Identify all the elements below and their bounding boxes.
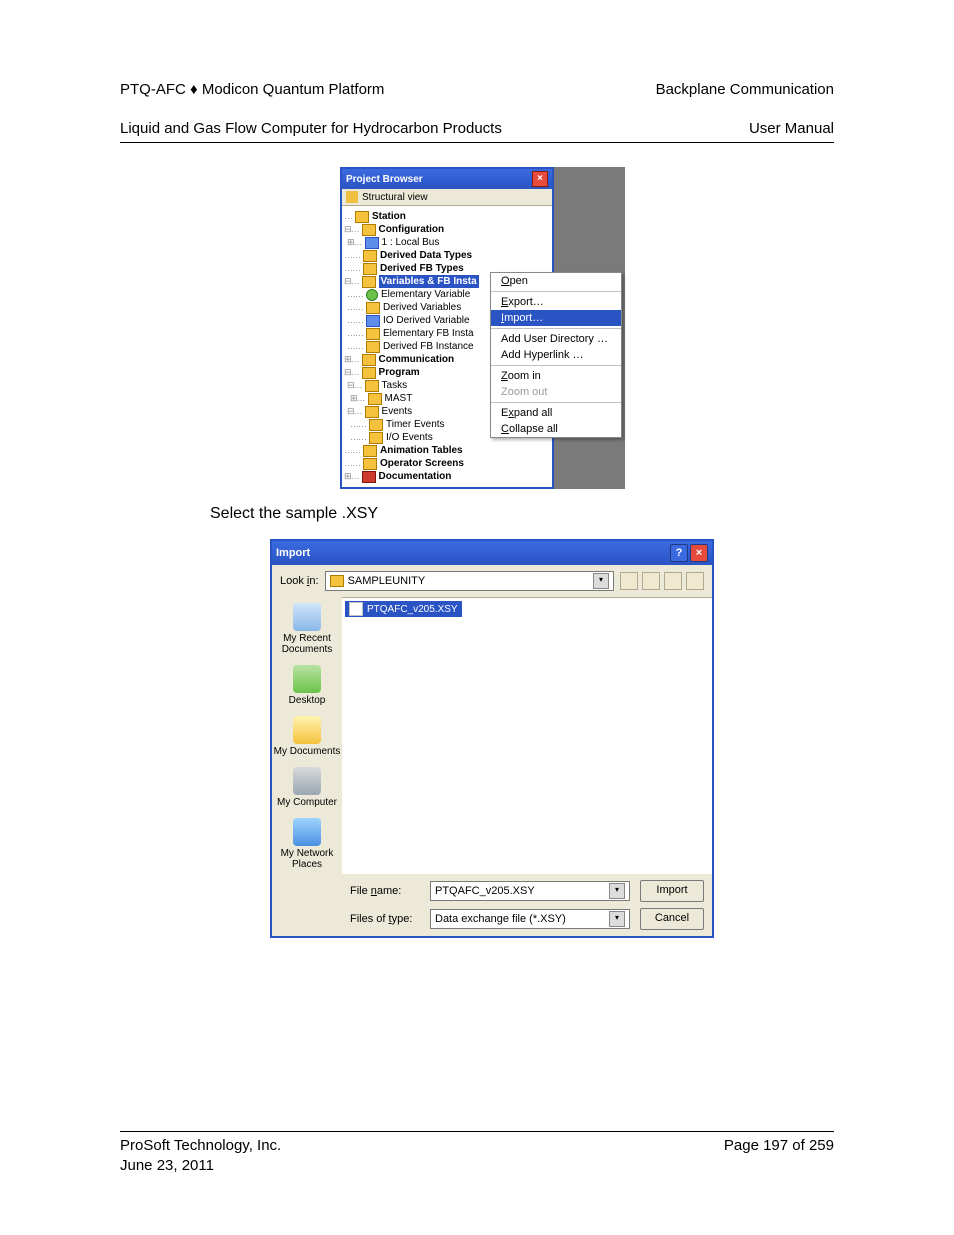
file-item-selected[interactable]: PTQAFC_v205.XSY: [345, 601, 462, 617]
toolbar-icons: [620, 572, 704, 590]
tree-events[interactable]: Events: [382, 405, 413, 418]
mycomp-icon: [293, 767, 321, 795]
place-mydocs-label: My Documents: [274, 746, 341, 757]
ctx-import[interactable]: Import…: [491, 310, 621, 326]
tree-timer-events[interactable]: Timer Events: [386, 418, 445, 431]
hdr-right-2: User Manual: [749, 120, 834, 137]
close-icon[interactable]: ×: [690, 544, 708, 562]
structural-view-icon: [346, 191, 358, 203]
mynet-icon: [293, 818, 321, 846]
hdr-left-1: PTQ-AFC ♦ Modicon Quantum Platform: [120, 81, 384, 98]
import-button[interactable]: Import: [640, 880, 704, 902]
project-browser-window: Project Browser × Structural view …Stati…: [340, 167, 640, 489]
views-icon[interactable]: [686, 572, 704, 590]
file-icon: [349, 602, 363, 616]
filetype-label: Files of type:: [350, 913, 420, 925]
tree-communication[interactable]: Communication: [379, 353, 455, 366]
footer-date: June 23, 2011: [120, 1157, 214, 1174]
new-folder-icon[interactable]: [664, 572, 682, 590]
page-header: PTQ-AFC ♦ Modicon Quantum Platform Liqui…: [120, 60, 834, 143]
tree-op-screens[interactable]: Operator Screens: [380, 457, 464, 470]
tree-station[interactable]: Station: [372, 210, 406, 223]
tree-vars-fb[interactable]: Variables & FB Insta: [379, 275, 479, 288]
look-in-combo[interactable]: SAMPLEUNITY ▾: [325, 571, 614, 591]
file-list-area[interactable]: PTQAFC_v205.XSY: [342, 597, 712, 874]
place-mycomp-label: My Computer: [277, 797, 337, 808]
ctx-add-user-dir[interactable]: Add User Directory …: [491, 331, 621, 347]
look-in-label: Look in:: [280, 575, 319, 587]
tree-elem-fb-inst[interactable]: Elementary FB Insta: [383, 327, 474, 340]
tree-documentation[interactable]: Documentation: [379, 470, 452, 483]
tree-io-derived[interactable]: IO Derived Variable: [383, 314, 470, 327]
page-footer: ProSoft Technology, Inc. June 23, 2011 P…: [120, 1131, 834, 1175]
project-browser-titlebar: Project Browser ×: [342, 169, 552, 189]
ctx-open-text: pen: [510, 275, 528, 287]
import-dialog: Import ? × Look in: SAMPLEUNITY ▾: [270, 539, 714, 938]
close-icon[interactable]: ×: [532, 171, 548, 187]
tree-elem-vars[interactable]: Elementary Variable: [381, 288, 470, 301]
folder-icon: [330, 575, 344, 587]
ctx-expand-all[interactable]: Expand all: [491, 405, 621, 421]
filename-value: PTQAFC_v205.XSY: [435, 885, 535, 897]
hdr-right-1: Backplane Communication: [656, 81, 834, 98]
chevron-down-icon[interactable]: ▾: [593, 573, 609, 589]
context-menu: Open Export… Import… Add User Directory …: [490, 272, 622, 438]
tree-tasks[interactable]: Tasks: [382, 379, 408, 392]
place-recent-label: My Recent Documents: [272, 633, 342, 655]
places-bar: My Recent Documents Desktop My Documents…: [272, 597, 342, 936]
filename-label: File name:: [350, 885, 420, 897]
footer-company: ProSoft Technology, Inc.: [120, 1137, 281, 1154]
tree-configuration[interactable]: Configuration: [379, 223, 445, 236]
filetype-combo[interactable]: Data exchange file (*.XSY) ▾: [430, 909, 630, 929]
place-desktop-label: Desktop: [289, 695, 326, 706]
look-in-value: SAMPLEUNITY: [348, 575, 426, 587]
chevron-down-icon[interactable]: ▾: [609, 883, 625, 899]
ctx-export[interactable]: Export…: [491, 294, 621, 310]
ctx-collapse-all[interactable]: Collapse all: [491, 421, 621, 437]
tree-derived-data[interactable]: Derived Data Types: [380, 249, 472, 262]
tree-anim-tables[interactable]: Animation Tables: [380, 444, 463, 457]
file-item-name: PTQAFC_v205.XSY: [367, 604, 458, 615]
import-titlebar: Import ? ×: [272, 541, 712, 565]
place-recent[interactable]: My Recent Documents: [272, 603, 342, 655]
import-toolbar: Look in: SAMPLEUNITY ▾: [272, 565, 712, 597]
ctx-open[interactable]: Open: [491, 273, 621, 289]
tree-derived-fb-inst[interactable]: Derived FB Instance: [383, 340, 474, 353]
chevron-down-icon[interactable]: ▾: [609, 911, 625, 927]
ctx-zoom-in[interactable]: Zoom in: [491, 368, 621, 384]
filetype-value: Data exchange file (*.XSY): [435, 913, 566, 925]
help-icon[interactable]: ?: [670, 544, 688, 562]
instruction-text: Select the sample .XSY: [210, 505, 834, 523]
place-desktop[interactable]: Desktop: [289, 665, 326, 706]
footer-page: Page 197 of 259: [724, 1137, 834, 1154]
back-icon[interactable]: [620, 572, 638, 590]
up-icon[interactable]: [642, 572, 660, 590]
mydocs-icon: [293, 716, 321, 744]
place-mynet[interactable]: My Network Places: [272, 818, 342, 870]
desktop-icon: [293, 665, 321, 693]
project-browser-toolbar: Structural view: [342, 189, 552, 206]
place-mynet-label: My Network Places: [272, 848, 342, 870]
ctx-add-hyperlink[interactable]: Add Hyperlink …: [491, 347, 621, 363]
cancel-button[interactable]: Cancel: [640, 908, 704, 930]
filename-combo[interactable]: PTQAFC_v205.XSY ▾: [430, 881, 630, 901]
ctx-zoom-out: Zoom out: [491, 384, 621, 400]
tree-io-events[interactable]: I/O Events: [386, 431, 433, 444]
hdr-left-2: Liquid and Gas Flow Computer for Hydroca…: [120, 120, 502, 137]
tree-derived-fb-types[interactable]: Derived FB Types: [380, 262, 464, 275]
import-bottom-panel: File name: PTQAFC_v205.XSY ▾ Import File…: [342, 874, 712, 936]
tree-local-bus[interactable]: 1 : Local Bus: [382, 236, 440, 249]
tree-program[interactable]: Program: [379, 366, 420, 379]
tree-derived-vars[interactable]: Derived Variables: [383, 301, 461, 314]
project-browser-title: Project Browser: [346, 174, 423, 185]
place-mycomp[interactable]: My Computer: [277, 767, 337, 808]
structural-view-label: Structural view: [362, 192, 428, 203]
recent-icon: [293, 603, 321, 631]
tree-mast[interactable]: MAST: [385, 392, 413, 405]
import-title: Import: [276, 547, 310, 559]
place-mydocs[interactable]: My Documents: [274, 716, 341, 757]
